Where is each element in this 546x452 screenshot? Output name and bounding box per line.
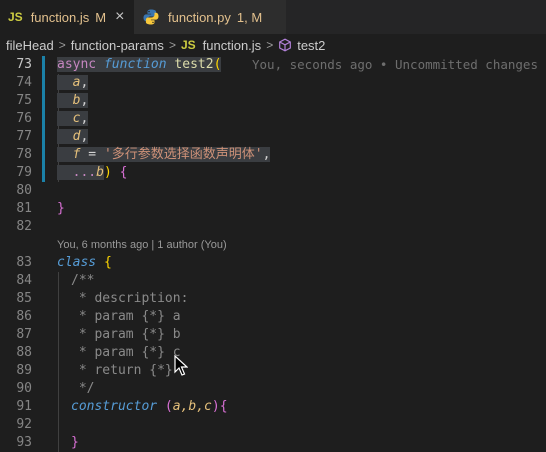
code-line-86: * param {*} a <box>71 309 181 324</box>
line-number: 87 <box>16 327 32 342</box>
line-number: 80 <box>16 183 32 198</box>
code-line-79: ...b) { <box>57 164 127 182</box>
tab-function-py[interactable]: function.py 1, M <box>134 0 286 34</box>
modified-badge: M <box>95 9 107 25</box>
breadcrumb-folder-filehead[interactable]: fileHead <box>6 38 54 53</box>
code-line-76: c, <box>57 110 89 128</box>
line-number: 74 <box>16 75 32 90</box>
code-line-75: b, <box>57 92 89 110</box>
git-change-indicator[interactable] <box>42 56 45 182</box>
tab-label: function.js <box>30 9 90 25</box>
open-paren: ( <box>157 399 173 414</box>
code-line-93: } <box>71 434 79 452</box>
chevron-right-icon: > <box>266 38 274 52</box>
js-icon: JS <box>8 10 23 24</box>
comma: , <box>80 75 89 90</box>
chevron-right-icon: > <box>58 38 66 52</box>
code-line-73: async function test2( <box>57 56 222 74</box>
line-number: 86 <box>16 309 32 324</box>
code-line-74: a, <box>57 74 89 92</box>
line-number: 88 <box>16 345 32 360</box>
assign-operator: = <box>80 147 104 162</box>
chevron-right-icon: > <box>168 38 176 52</box>
code-line-85: * description: <box>71 291 189 306</box>
line-number: 83 <box>16 255 32 270</box>
js-icon: JS <box>180 38 196 52</box>
method-cube-icon <box>279 38 292 52</box>
close-icon[interactable]: × <box>115 8 124 26</box>
code-line-77: d, <box>57 128 89 146</box>
code-line-87: * param {*} b <box>71 327 181 342</box>
line-number: 93 <box>16 435 32 450</box>
open-brace: { <box>119 165 128 180</box>
inline-blame: You, seconds ago • Uncommitted changes <box>252 57 538 72</box>
code-editor[interactable]: 73 74 75 76 77 78 79 80 81 82 83 84 85 8… <box>0 56 546 452</box>
line-number: 73 <box>16 57 32 72</box>
line-number: 78 <box>16 147 32 162</box>
python-icon <box>143 9 159 25</box>
tab-function-js[interactable]: JS function.js M × <box>0 0 134 34</box>
comma: , <box>262 147 271 162</box>
code-line-90: */ <box>71 381 95 396</box>
line-number: 89 <box>16 363 32 378</box>
close-brace: } <box>71 435 79 450</box>
constructor-params: a,b,c <box>172 399 212 414</box>
line-number: 81 <box>16 201 32 216</box>
close-paren: ) <box>103 165 120 180</box>
line-number: 76 <box>16 111 32 126</box>
comma: , <box>80 111 89 126</box>
problems-modified-badge: 1, M <box>236 9 263 25</box>
line-number: 77 <box>16 129 32 144</box>
open-brace: { <box>96 255 112 270</box>
breadcrumb-folder-function-params[interactable]: function-params <box>71 38 164 53</box>
close-paren-brace: ){ <box>211 399 228 414</box>
line-number: 91 <box>16 399 32 414</box>
code-line-78: f = '多行参数选择函数声明体', <box>57 146 271 164</box>
open-paren: ( <box>213 57 222 72</box>
line-number: 82 <box>16 219 32 234</box>
line-number: 85 <box>16 291 32 306</box>
mouse-pointer-icon <box>174 355 188 376</box>
line-number: 90 <box>16 381 32 396</box>
spread-operator: ... <box>72 165 97 180</box>
code-line-88: * param {*} c <box>71 345 181 360</box>
close-brace: } <box>57 201 65 216</box>
code-line-84: /** <box>71 273 95 288</box>
line-number: 79 <box>16 165 32 180</box>
param-rest-b: b <box>96 165 104 180</box>
keyword-constructor: constructor <box>71 399 158 414</box>
function-name: test2 <box>174 57 214 72</box>
breadcrumb-file[interactable]: function.js <box>203 38 262 53</box>
line-number: 92 <box>16 417 32 432</box>
keyword-function: function <box>103 57 167 72</box>
codelens-blame[interactable]: You, 6 months ago | 1 author (You) <box>57 237 227 253</box>
code-line-91: constructor (a,b,c){ <box>71 398 228 416</box>
code-line-81: } <box>57 200 65 218</box>
line-number: 75 <box>16 93 32 108</box>
breadcrumb: fileHead > function-params > JS function… <box>0 34 546 56</box>
indent-guide <box>58 272 59 452</box>
keyword-class: class <box>57 255 97 270</box>
tab-bar: JS function.js M × function.py 1, M <box>0 0 546 34</box>
breadcrumb-symbol[interactable]: test2 <box>297 38 325 53</box>
code-line-89: * return {*} <box>71 363 173 378</box>
comma: , <box>80 93 89 108</box>
string-literal: '多行参数选择函数声明体' <box>103 147 263 162</box>
comma: , <box>80 129 89 144</box>
code-line-83: class { <box>57 254 112 272</box>
tab-label: function.py <box>168 9 231 25</box>
line-number: 84 <box>16 273 32 288</box>
keyword-async: async <box>57 57 97 72</box>
